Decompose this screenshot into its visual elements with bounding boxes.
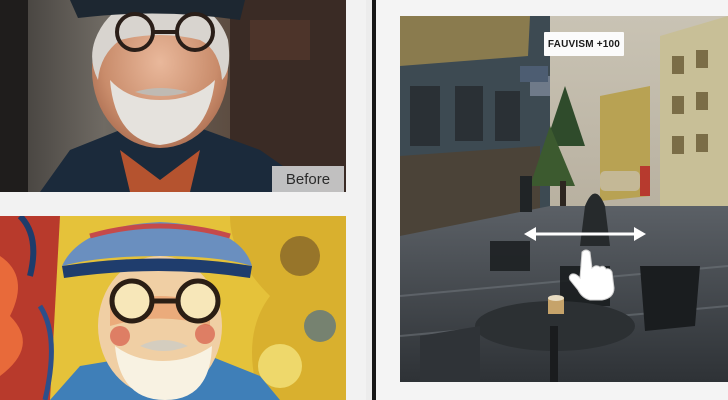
after-photo[interactable] bbox=[0, 216, 346, 400]
portrait-photo-icon bbox=[0, 0, 346, 192]
street-photo[interactable] bbox=[400, 16, 728, 382]
before-photo[interactable]: Before bbox=[0, 0, 346, 192]
screen: Before FAUVISM +100 bbox=[0, 0, 728, 400]
street-scene-panel bbox=[376, 0, 728, 400]
painted-portrait-icon bbox=[0, 216, 346, 400]
filter-badge[interactable]: FAUVISM +100 bbox=[544, 32, 624, 56]
before-badge[interactable]: Before bbox=[272, 166, 344, 192]
swipe-horizontal-hand-icon bbox=[524, 227, 646, 301]
painted-street-photo-icon bbox=[400, 16, 728, 382]
portrait-compare-panel: Before bbox=[0, 0, 366, 400]
